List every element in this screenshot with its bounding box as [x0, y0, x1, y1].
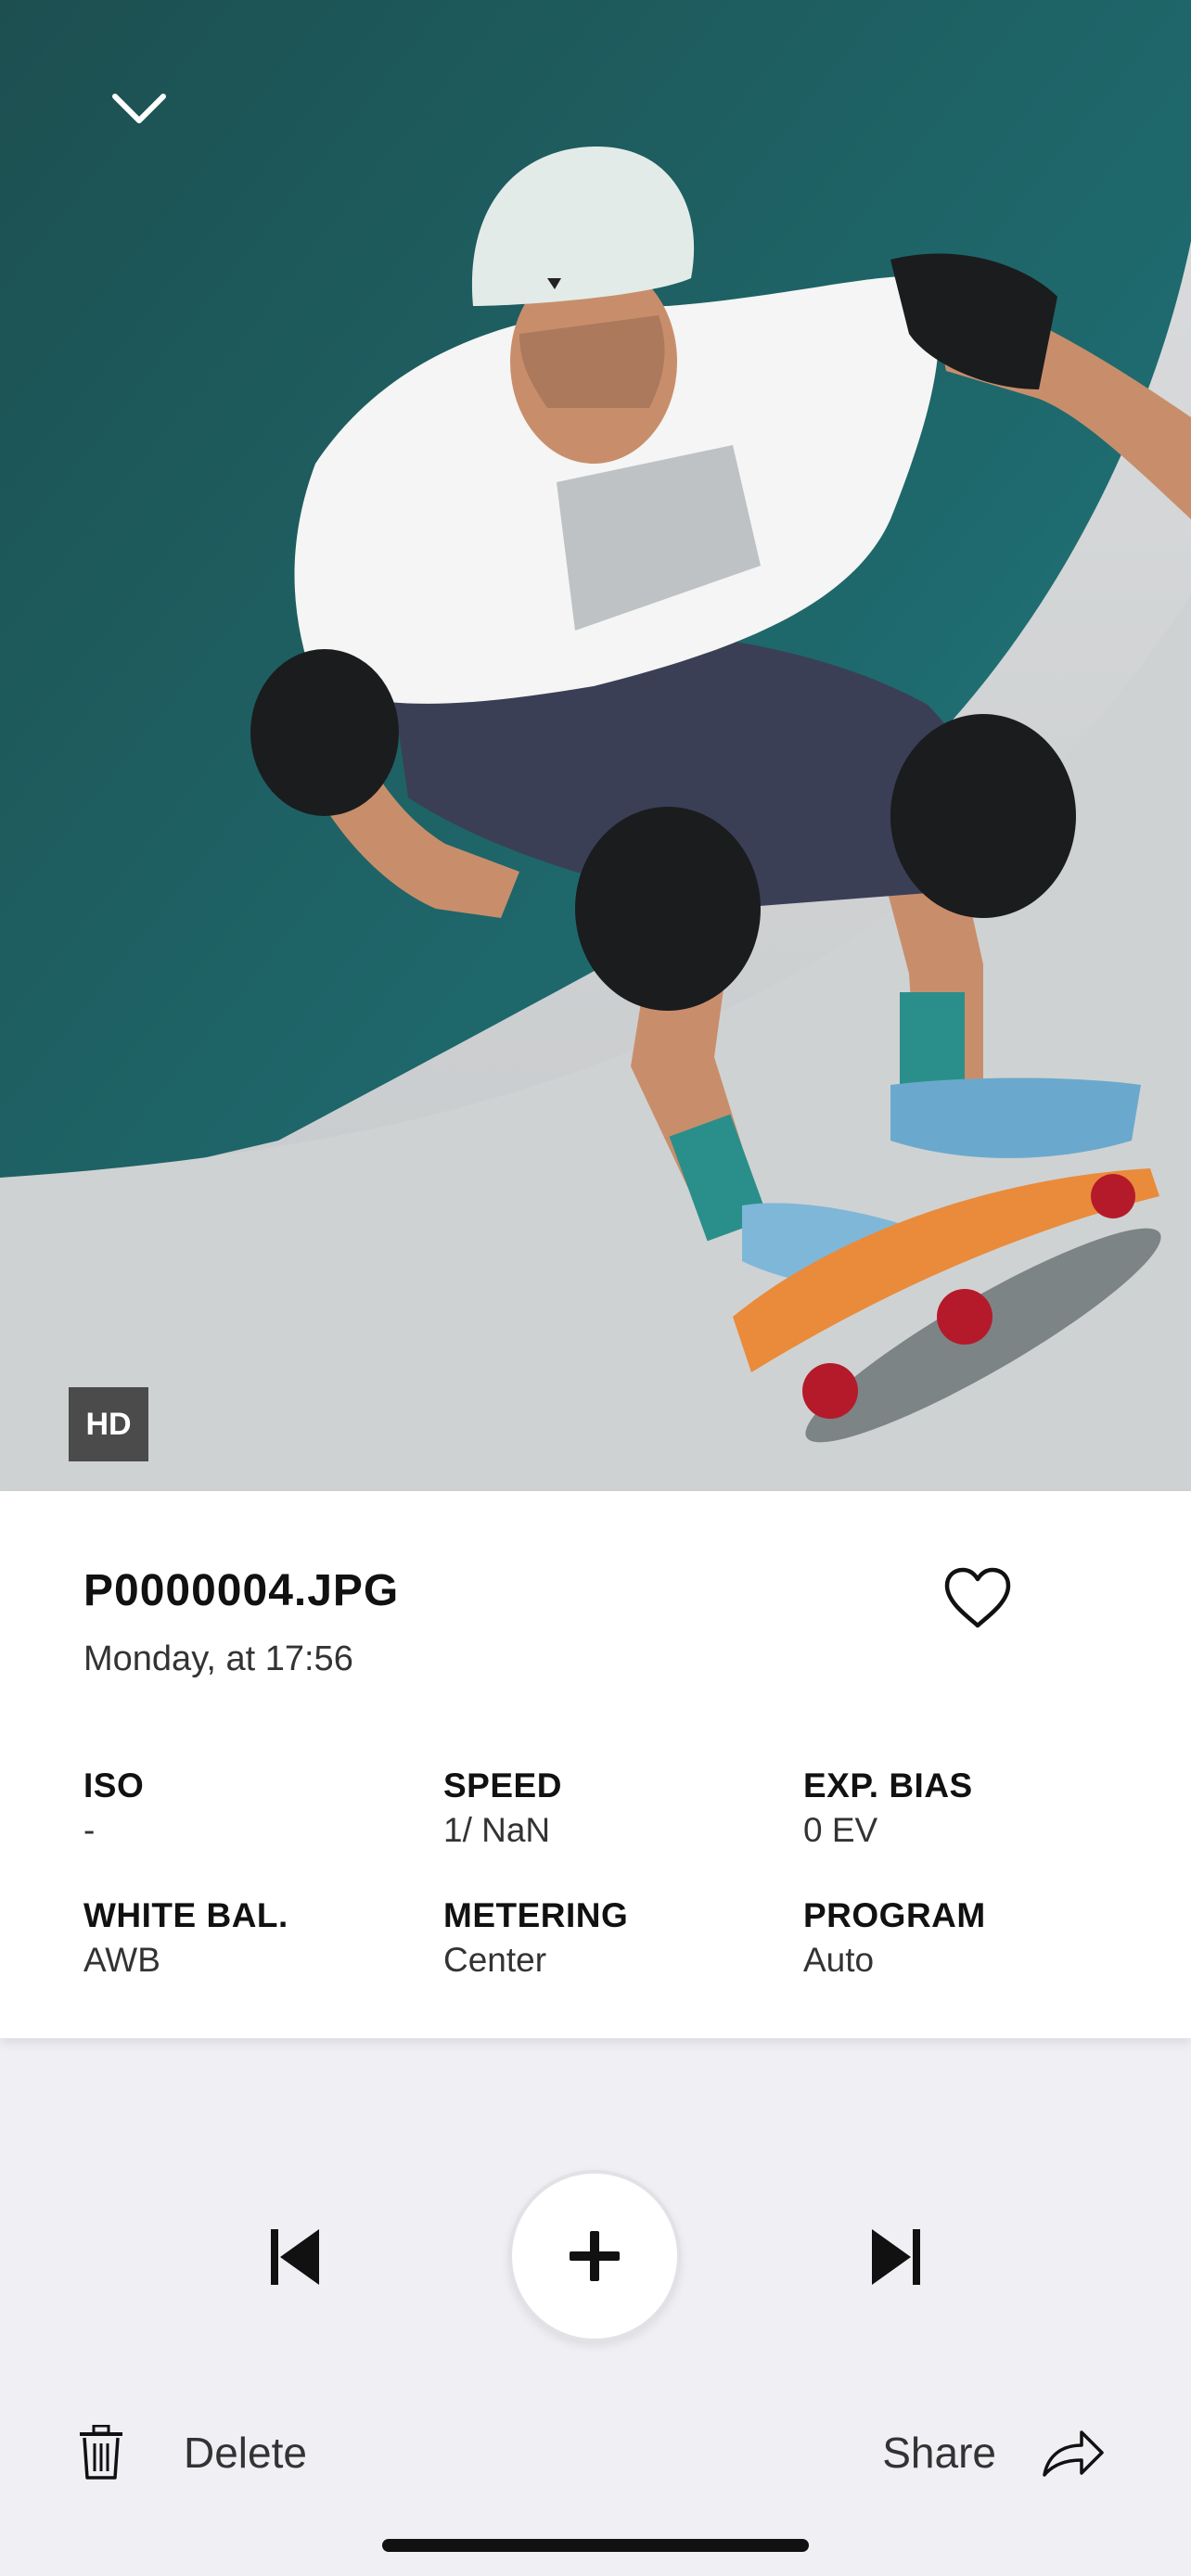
meta-value: 1/ NaN	[443, 1811, 551, 1849]
meta-label: EXP. BIAS	[803, 1766, 973, 1804]
meta-value: Center	[443, 1941, 547, 1979]
playback-controls: Delete Share	[0, 2038, 1191, 2576]
meta-iso: ISO -	[83, 1766, 443, 1855]
plus-icon	[570, 2231, 620, 2281]
skater-photo	[0, 0, 1191, 1491]
delete-label: Delete	[184, 2429, 307, 2477]
meta-label: PROGRAM	[803, 1896, 986, 1934]
photo-info-card: P0000004.JPG Monday, at 17:56 ISO - SPEE…	[0, 1491, 1191, 2038]
file-date: Monday, at 17:56	[83, 1639, 353, 1678]
share-arrow-icon	[1043, 2430, 1104, 2477]
photo-viewer[interactable]: HD	[0, 0, 1191, 1491]
meta-value: Auto	[803, 1941, 875, 1979]
meta-exp-bias: EXP. BIAS 0 EV	[803, 1766, 1132, 1855]
add-button[interactable]	[508, 2170, 681, 2342]
share-label: Share	[882, 2429, 996, 2477]
trash-icon	[80, 2425, 122, 2480]
skip-previous-icon	[271, 2229, 319, 2285]
meta-label: WHITE BAL.	[83, 1896, 288, 1934]
skip-next-icon	[872, 2229, 920, 2285]
share-button[interactable]: Share	[882, 2411, 1106, 2494]
home-indicator[interactable]	[382, 2539, 809, 2552]
hd-badge: HD	[69, 1387, 148, 1461]
chevron-down-icon	[112, 94, 166, 123]
meta-white-balance: WHITE BAL. AWB	[83, 1895, 443, 1984]
meta-label: ISO	[83, 1766, 145, 1804]
heart-outline-icon	[944, 1567, 1011, 1628]
exif-grid: ISO - SPEED 1/ NaN EXP. BIAS 0 EV WHITE …	[83, 1766, 1132, 1984]
delete-button[interactable]: Delete	[78, 2411, 307, 2494]
meta-program: PROGRAM Auto	[803, 1895, 1132, 1984]
previous-button[interactable]	[250, 2213, 339, 2302]
meta-label: SPEED	[443, 1766, 562, 1804]
file-name: P0000004.JPG	[83, 1566, 400, 1615]
meta-value: -	[83, 1811, 96, 1849]
meta-value: 0 EV	[803, 1811, 878, 1849]
next-button[interactable]	[852, 2213, 941, 2302]
favorite-button[interactable]	[935, 1556, 1020, 1639]
meta-metering: METERING Center	[443, 1895, 803, 1984]
meta-label: METERING	[443, 1896, 629, 1934]
collapse-button[interactable]	[96, 76, 182, 143]
meta-value: AWB	[83, 1941, 160, 1979]
meta-speed: SPEED 1/ NaN	[443, 1766, 803, 1855]
action-bar: Delete Share	[0, 2411, 1191, 2494]
